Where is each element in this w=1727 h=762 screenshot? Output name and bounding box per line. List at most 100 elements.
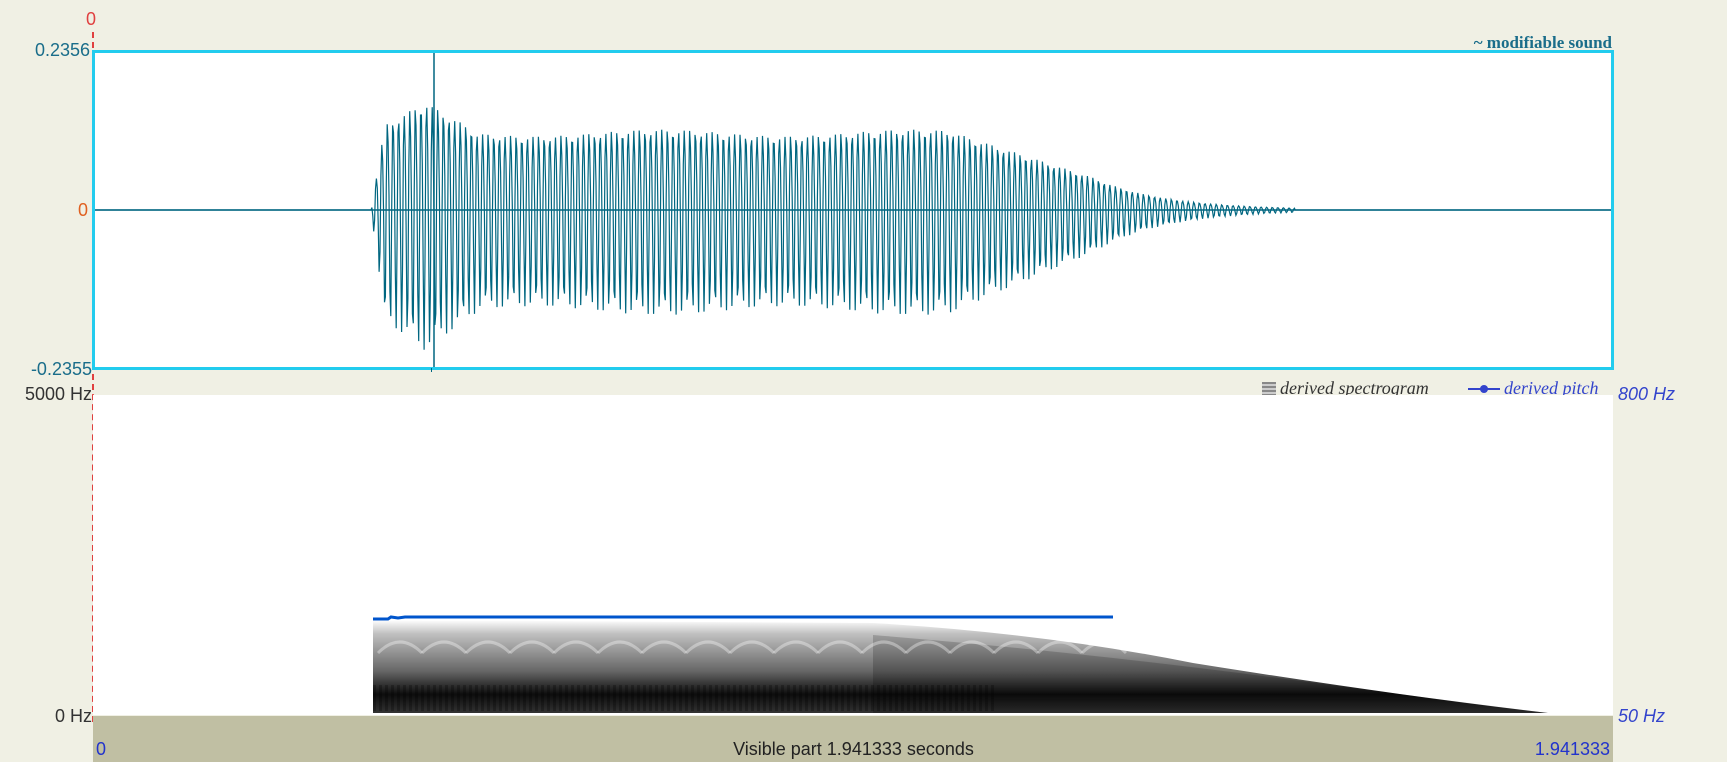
spectrogram-frame	[391, 685, 394, 711]
spectrogram-frame	[445, 685, 448, 711]
spectrogram-frame	[469, 685, 472, 711]
pitch-bottom-label: 50 Hz	[1618, 706, 1666, 726]
spectrogram-frame	[589, 685, 592, 711]
spectrogram-frame	[745, 685, 748, 711]
spectrogram-frame	[853, 685, 856, 711]
spectrogram-frame	[685, 685, 688, 711]
spectrogram-frame	[517, 685, 520, 711]
spectrogram-frame	[949, 685, 952, 711]
spectrogram-frame	[961, 685, 964, 711]
spectrogram-frame	[481, 685, 484, 711]
spectrogram-frame	[739, 685, 742, 711]
spectrogram-frame	[919, 685, 922, 711]
spectrogram-frame	[793, 685, 796, 711]
spectrogram-plot	[373, 615, 1548, 713]
spectrogram-frame	[967, 685, 970, 711]
spectrogram-frame	[397, 685, 400, 711]
spectrogram-frame	[499, 685, 502, 711]
spectrogram-frame	[529, 685, 532, 711]
spectrogram-frame	[817, 685, 820, 711]
spectrogram-frame	[415, 685, 418, 711]
spectrogram-frame	[661, 685, 664, 711]
spectrogram-frame	[901, 685, 904, 711]
spectrogram-frame	[427, 685, 430, 711]
amplitude-max-label: 0.2356	[34, 40, 90, 60]
amplitude-min-label: -0.2355	[30, 359, 92, 379]
spectrogram-frame	[451, 685, 454, 711]
spectrogram-frame	[991, 685, 994, 711]
freq-bottom-label: 0 Hz	[54, 706, 92, 726]
spectrogram-frame	[697, 685, 700, 711]
spectrogram-frame	[607, 685, 610, 711]
waveform-panel[interactable]	[92, 50, 1614, 370]
spectrogram-frame	[931, 685, 934, 711]
spectrogram-frame	[877, 685, 880, 711]
spectrogram-frame	[547, 685, 550, 711]
spectrogram-frame	[985, 685, 988, 711]
spectrogram-frame	[559, 685, 562, 711]
spectrogram-frame	[649, 685, 652, 711]
spectrogram-frame	[781, 685, 784, 711]
spectrogram-frame	[691, 685, 694, 711]
spectrogram-frame	[913, 685, 916, 711]
spectrogram-frame	[805, 685, 808, 711]
spectrogram-frame	[721, 685, 724, 711]
spectrogram-frame	[571, 685, 574, 711]
spectrogram-frame	[511, 685, 514, 711]
spectrogram-frame	[439, 685, 442, 711]
spectrogram-frame	[613, 685, 616, 711]
spectrogram-frame	[373, 685, 376, 711]
spectrogram-frame	[463, 685, 466, 711]
spectrogram-frame	[859, 685, 862, 711]
spectrogram-frame	[727, 685, 730, 711]
pitch-contour	[373, 615, 1113, 621]
spectrogram-frame	[655, 685, 658, 711]
spectrogram-frame	[865, 685, 868, 711]
spectrogram-frame	[907, 685, 910, 711]
spectrogram-frame	[751, 685, 754, 711]
spectrogram-frame	[409, 685, 412, 711]
waveform-trace	[95, 107, 1611, 350]
time-end-label: 1.941333	[1534, 739, 1610, 759]
spectrogram-frame	[385, 685, 388, 711]
spectrogram-frame	[769, 685, 772, 711]
spectrogram-frame	[595, 685, 598, 711]
spectrogram-frame	[631, 685, 634, 711]
spectrogram-frame	[835, 685, 838, 711]
spectrogram-frame	[937, 685, 940, 711]
spectrogram-frame	[895, 685, 898, 711]
spectrogram-frame	[493, 685, 496, 711]
spectrogram-frame	[535, 685, 538, 711]
spectrogram-frame	[889, 685, 892, 711]
spectrogram-frame	[583, 685, 586, 711]
spectrogram-frame	[673, 685, 676, 711]
spectrogram-frame	[625, 685, 628, 711]
spectrogram-frame	[955, 685, 958, 711]
spectrogram-frame	[979, 685, 982, 711]
amplitude-zero-label: 0	[77, 200, 88, 220]
spectrogram-frame	[487, 685, 490, 711]
spectrogram-frame	[775, 685, 778, 711]
spectrogram-frame	[829, 685, 832, 711]
spectrogram-frame	[883, 685, 886, 711]
pitch-legend-icon	[1468, 384, 1500, 393]
spectrogram-frame	[973, 685, 976, 711]
cursor-time-label: 0	[86, 9, 97, 29]
spectrogram-frame	[871, 685, 874, 711]
spectrogram-frame	[637, 685, 640, 711]
peak-marker-tick	[431, 368, 432, 372]
spectrogram-frame	[811, 685, 814, 711]
spectrogram-frame	[379, 685, 382, 711]
spectrogram-frame	[601, 685, 604, 711]
spectrogram-frame	[667, 685, 670, 711]
spectrogram-frame	[679, 685, 682, 711]
spectrogram-panel[interactable]	[93, 395, 1613, 715]
spectrogram-frame	[565, 685, 568, 711]
spectrogram-frame	[847, 685, 850, 711]
spectrogram-frame	[757, 685, 760, 711]
spectrogram-frame	[709, 685, 712, 711]
spectrogram-frame	[421, 685, 424, 711]
spectrogram-frame	[943, 685, 946, 711]
spectrogram-frame	[715, 685, 718, 711]
spectrogram-frame	[703, 685, 706, 711]
